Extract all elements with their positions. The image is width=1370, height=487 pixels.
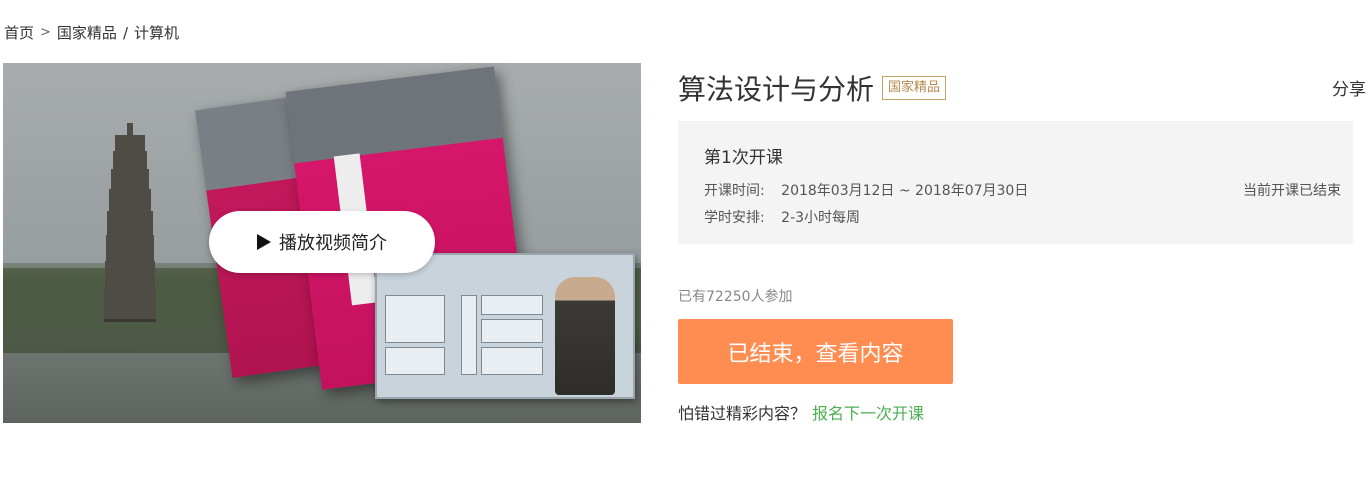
session-time-label: 开课时间: xyxy=(704,183,765,199)
enroll-next-session-link[interactable]: 报名下一次开课 xyxy=(812,404,924,423)
breadcrumb-subcategory-link[interactable]: 计算机 xyxy=(134,22,179,43)
session-time-row: 开课时间: 2018年03月12日 ~ 2018年07月30日 xyxy=(704,180,1028,200)
play-video-intro-button[interactable]: 播放视频简介 xyxy=(209,211,435,273)
breadcrumb: 首页 > 国家精品 / 计算机 xyxy=(4,22,179,43)
breadcrumb-home-link[interactable]: 首页 xyxy=(4,22,34,43)
session-hours-value: 2-3小时每周 xyxy=(781,210,861,226)
course-title-row: 算法设计与分析 国家精品 xyxy=(678,68,947,108)
course-video-cover[interactable]: 播放视频简介 xyxy=(3,63,641,423)
pagoda-image xyxy=(103,123,157,343)
course-title: 算法设计与分析 xyxy=(678,73,875,106)
share-button[interactable]: 分享 xyxy=(1332,75,1366,100)
breadcrumb-category-link[interactable]: 国家精品 xyxy=(57,22,117,43)
lecture-slide-thumbnail xyxy=(375,253,635,399)
session-status: 当前开课已结束 xyxy=(1243,183,1341,199)
view-content-button[interactable]: 已结束，查看内容 xyxy=(678,319,953,384)
next-session-prompt: 怕错过精彩内容？ 报名下一次开课 xyxy=(678,400,924,424)
session-hours-row: 学时安排: 2-3小时每周 xyxy=(704,207,860,227)
breadcrumb-separator: > xyxy=(40,25,51,40)
session-info-box: 第1次开课 开课时间: 2018年03月12日 ~ 2018年07月30日 学时… xyxy=(678,121,1353,244)
session-hours-label: 学时安排: xyxy=(704,210,765,226)
play-video-intro-label: 播放视频简介 xyxy=(279,233,387,254)
play-icon xyxy=(257,234,271,250)
course-page: 首页 > 国家精品 / 计算机 播放视频简介 算法设计与分析 国家精品 分享 第… xyxy=(0,0,1370,487)
presenter-image xyxy=(555,277,615,395)
breadcrumb-slash: / xyxy=(122,23,128,42)
session-time-value: 2018年03月12日 ~ 2018年07月30日 xyxy=(781,183,1029,199)
session-title: 第1次开课 xyxy=(704,148,783,168)
next-session-question: 怕错过精彩内容？ xyxy=(678,404,807,423)
national-quality-badge: 国家精品 xyxy=(882,76,947,100)
participant-count: 已有72250人参加 xyxy=(678,289,793,305)
